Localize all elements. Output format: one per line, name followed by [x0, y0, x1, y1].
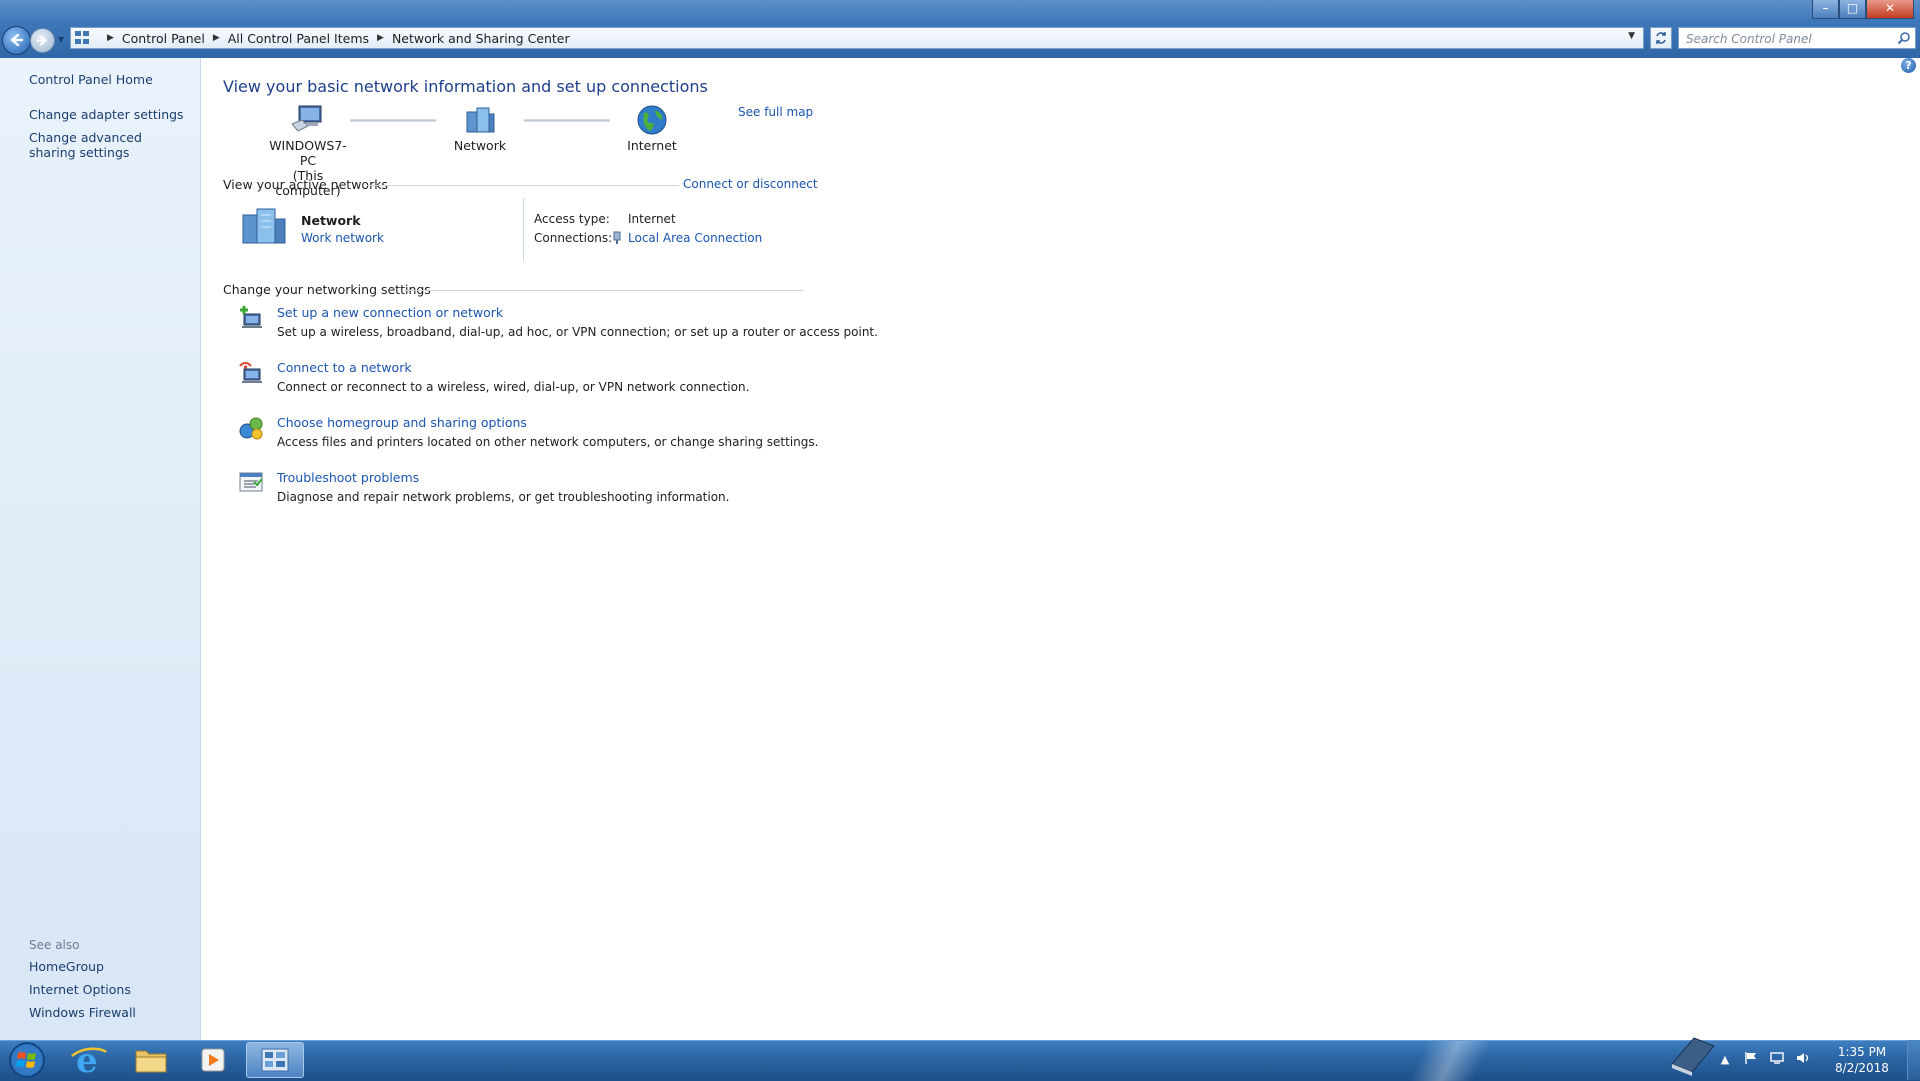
homegroup-link[interactable]: HomeGroup	[29, 959, 104, 974]
forward-button[interactable]	[30, 28, 55, 53]
minimize-button[interactable]: –	[1812, 0, 1839, 19]
connections-label: Connections:	[534, 231, 613, 245]
computer-icon	[291, 105, 322, 132]
connect-or-disconnect-link[interactable]: Connect or disconnect	[683, 177, 818, 191]
maximize-button[interactable]: □	[1839, 0, 1866, 19]
homegroup-icon	[239, 417, 263, 440]
arrow-right-icon	[36, 35, 47, 46]
map-network-node[interactable]: Network	[440, 104, 520, 153]
breadcrumb-separator-icon[interactable]: ▶	[213, 33, 220, 43]
control-panel-icon	[75, 31, 93, 45]
breadcrumb-control-panel[interactable]: Control Panel	[122, 31, 205, 46]
address-dropdown-icon[interactable]: ▼	[1628, 31, 1635, 41]
show-desktop-button[interactable]	[1907, 1040, 1920, 1080]
start-button[interactable]	[3, 1041, 51, 1079]
close-button[interactable]: ✕	[1866, 0, 1914, 19]
show-hidden-icons-icon[interactable]: ▲	[1715, 1051, 1735, 1069]
network-icon	[466, 107, 495, 133]
map-connector-line	[350, 119, 436, 122]
new-connection-icon	[240, 306, 262, 328]
network-location-link[interactable]: Work network	[301, 231, 384, 245]
taskbar-windows-explorer[interactable]	[124, 1042, 178, 1078]
breadcrumb-separator-icon[interactable]: ▶	[107, 33, 114, 43]
section-divider	[367, 185, 679, 186]
networking-settings-heading: Change your networking settings	[223, 282, 431, 297]
change-advanced-sharing-settings-link[interactable]: Change advanced sharing settings	[29, 130, 179, 160]
network-label: Network	[453, 138, 507, 153]
search-input[interactable]	[1679, 28, 1898, 50]
folder-icon	[135, 1050, 167, 1073]
left-navigation-pane: Control Panel Home Change adapter settin…	[0, 58, 201, 1040]
window-controls: – □ ✕	[1812, 0, 1914, 19]
internet-options-link[interactable]: Internet Options	[29, 982, 131, 997]
internet-explorer-icon: e	[71, 1041, 107, 1081]
troubleshoot-description: Diagnose and repair network problems, or…	[277, 490, 730, 504]
back-button[interactable]	[2, 26, 31, 55]
active-network-name: Network	[301, 213, 361, 228]
taskbar-control-panel-active[interactable]	[246, 1042, 304, 1078]
globe-icon	[637, 105, 667, 135]
internet-label: Internet	[627, 138, 677, 153]
access-type-label: Access type:	[534, 212, 610, 226]
recent-pages-chevron-icon[interactable]: ▼	[58, 35, 64, 44]
connect-to-network-link[interactable]: Connect to a network	[277, 360, 412, 375]
change-adapter-settings-link[interactable]: Change adapter settings	[29, 107, 184, 122]
network-buildings-icon	[242, 208, 286, 244]
page-title: View your basic network information and …	[223, 77, 708, 96]
svg-text:e: e	[76, 1042, 98, 1078]
control-panel-taskbar-icon	[261, 1048, 289, 1072]
vertical-divider	[523, 198, 524, 261]
network-tray-icon[interactable]	[1767, 1051, 1787, 1069]
taskbar-media-player[interactable]	[186, 1042, 240, 1078]
homegroup-sharing-description: Access files and printers located on oth…	[277, 435, 819, 449]
action-center-flag-icon[interactable]	[1741, 1051, 1761, 1069]
connect-to-network-description: Connect or reconnect to a wireless, wire…	[277, 380, 750, 394]
taskbar-internet-explorer[interactable]: e	[62, 1041, 116, 1081]
connections-link[interactable]: Local Area Connection	[612, 231, 762, 245]
desktop-gadget-book-icon[interactable]	[1668, 1030, 1718, 1076]
section-divider	[405, 290, 803, 291]
address-bar[interactable]: ▶ Control Panel ▶ All Control Panel Item…	[70, 27, 1644, 49]
search-box[interactable]	[1678, 27, 1916, 50]
see-full-map-link[interactable]: See full map	[738, 105, 813, 119]
local-area-connection-link[interactable]: Local Area Connection	[628, 231, 762, 245]
active-networks-heading: View your active networks	[223, 177, 388, 192]
troubleshoot-icon	[239, 472, 263, 492]
map-internet-node[interactable]: Internet	[612, 104, 692, 153]
connect-network-icon	[239, 362, 262, 383]
breadcrumb-network-sharing-center[interactable]: Network and Sharing Center	[392, 31, 570, 46]
computer-name: WINDOWS7-PC	[269, 138, 347, 168]
setup-connection-link[interactable]: Set up a new connection or network	[277, 305, 503, 320]
see-also-heading: See also	[29, 938, 80, 952]
map-connector-line	[524, 119, 610, 122]
troubleshoot-link[interactable]: Troubleshoot problems	[277, 470, 419, 485]
search-icon[interactable]	[1897, 31, 1911, 45]
breadcrumb-separator-icon[interactable]: ▶	[377, 33, 384, 43]
windows-firewall-link[interactable]: Windows Firewall	[29, 1005, 136, 1020]
access-type-value: Internet	[628, 212, 676, 226]
media-player-icon	[201, 1048, 225, 1072]
setup-connection-description: Set up a wireless, broadband, dial-up, a…	[277, 325, 878, 339]
help-icon[interactable]: ?	[1901, 58, 1916, 73]
refresh-icon	[1656, 32, 1666, 44]
volume-icon[interactable]	[1793, 1051, 1813, 1069]
breadcrumb-all-items[interactable]: All Control Panel Items	[228, 31, 369, 46]
clock[interactable]: 1:35 PM 8/2/2018	[1829, 1044, 1895, 1076]
system-tray: ▲ 1:35 PM 8/2/2018	[1715, 1040, 1920, 1080]
homegroup-sharing-link[interactable]: Choose homegroup and sharing options	[277, 415, 527, 430]
clock-date: 8/2/2018	[1835, 1061, 1889, 1075]
arrow-left-icon	[10, 33, 24, 47]
control-panel-home-link[interactable]: Control Panel Home	[29, 72, 153, 87]
taskbar-decoration	[1300, 1041, 1600, 1081]
refresh-button[interactable]	[1650, 27, 1672, 49]
ethernet-icon	[613, 231, 621, 244]
clock-time: 1:35 PM	[1837, 1045, 1887, 1059]
